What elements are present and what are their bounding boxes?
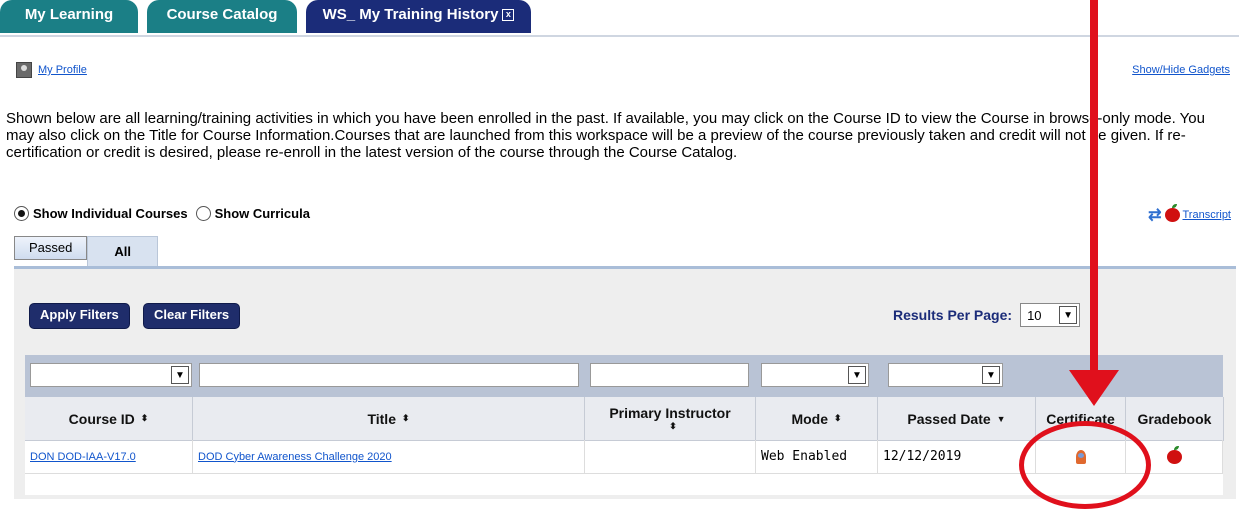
apple-icon[interactable] [1164,204,1180,222]
radio-label-individual: Show Individual Courses [33,206,188,221]
annotation-circle [1019,421,1151,509]
col-label: Gradebook [1137,410,1212,427]
col-primary-instructor[interactable]: Primary Instructor ⬍ [585,397,756,441]
transcript-area: ⇄ Transcript [1148,204,1232,225]
profile-icon [16,62,32,78]
apple-icon[interactable] [1166,445,1182,464]
table-cell-passed-date: 12/12/2019 [878,440,1036,474]
table-row: DON DOD-IAA-V17.0 [25,440,193,474]
table-cell-title: DOD Cyber Awareness Challenge 2020 [193,440,585,474]
subtab-passed[interactable]: Passed [14,236,88,260]
results-per-page-value: 10 [1027,307,1042,323]
tab-course-catalog[interactable]: Course Catalog [147,0,297,33]
passed-date-filter-select[interactable]: ▼ [888,363,1003,387]
apply-filters-button[interactable]: Apply Filters [29,303,130,329]
annotation-arrow-head [1069,370,1119,406]
title-filter-input[interactable] [199,363,579,387]
tab-my-learning[interactable]: My Learning [0,0,138,33]
chevron-down-icon: ▼ [982,366,1000,384]
col-label: Course ID [68,410,135,427]
col-label: Primary Instructor [609,405,731,421]
sort-icon: ⬍ [401,413,410,423]
col-gradebook: Gradebook [1126,397,1224,441]
mode-filter-select[interactable]: ▼ [761,363,869,387]
tab-label: Course Catalog [166,6,278,23]
my-profile-link[interactable]: My Profile [38,64,87,76]
radio-label-curricula: Show Curricula [214,206,310,221]
results-per-page-label: Results Per Page: [893,307,1013,323]
clear-filters-button[interactable]: Clear Filters [143,303,241,329]
radio-individual-courses[interactable] [14,206,29,221]
tab-label: My Learning [24,6,114,23]
col-label: Passed Date [907,410,991,427]
results-per-page-select[interactable]: 10 ▼ [1020,303,1081,327]
course-id-filter-select[interactable]: ▼ [30,363,192,387]
sort-icon: ⬍ [140,413,149,423]
show-hide-gadgets-link[interactable]: Show/Hide Gadgets [1132,64,1230,76]
radio-curricula[interactable] [195,206,211,221]
tab-label: WS_ My Training History [322,6,499,23]
results-per-page: Results Per Page: 10 ▼ [893,303,1081,327]
intro-text: Shown below are all learning/training ac… [6,110,1205,161]
col-mode[interactable]: Mode ⬍ [756,397,878,441]
table-cell-instructor [585,440,756,474]
sort-desc-icon: ▼ [996,413,1006,424]
col-label: Title [367,410,396,427]
subtab-all[interactable]: All [87,236,158,267]
sort-icon: ⬍ [669,421,677,431]
view-options: Show Individual Courses Show Curricula [14,206,310,221]
course-id-link[interactable]: DON DOD-IAA-V17.0 [30,451,136,463]
top-tab-bar: My Learning Course Catalog WS_ My Traini… [0,0,1239,37]
refresh-icon[interactable]: ⇄ [1148,205,1161,225]
chevron-down-icon: ▼ [1059,306,1078,324]
table-cell-mode: Web Enabled [756,440,878,474]
chevron-down-icon: ▼ [848,366,866,384]
tab-training-history[interactable]: WS_ My Training History x [306,0,531,33]
col-label: Mode [791,410,828,427]
col-course-id[interactable]: Course ID ⬍ [25,397,193,441]
col-title[interactable]: Title ⬍ [193,397,585,441]
transcript-link[interactable]: Transcript [1183,209,1232,221]
annotation-arrow-line [1090,0,1098,372]
my-profile: My Profile [16,62,87,78]
chevron-down-icon: ▼ [171,366,189,384]
close-tab-icon[interactable]: x [502,9,515,22]
col-passed-date[interactable]: Passed Date ▼ [878,397,1036,441]
sort-icon: ⬍ [834,413,842,423]
subtab-bar: Passed All [14,236,158,267]
course-title-link[interactable]: DOD Cyber Awareness Challenge 2020 [198,451,392,463]
instructor-filter-input[interactable] [590,363,749,387]
